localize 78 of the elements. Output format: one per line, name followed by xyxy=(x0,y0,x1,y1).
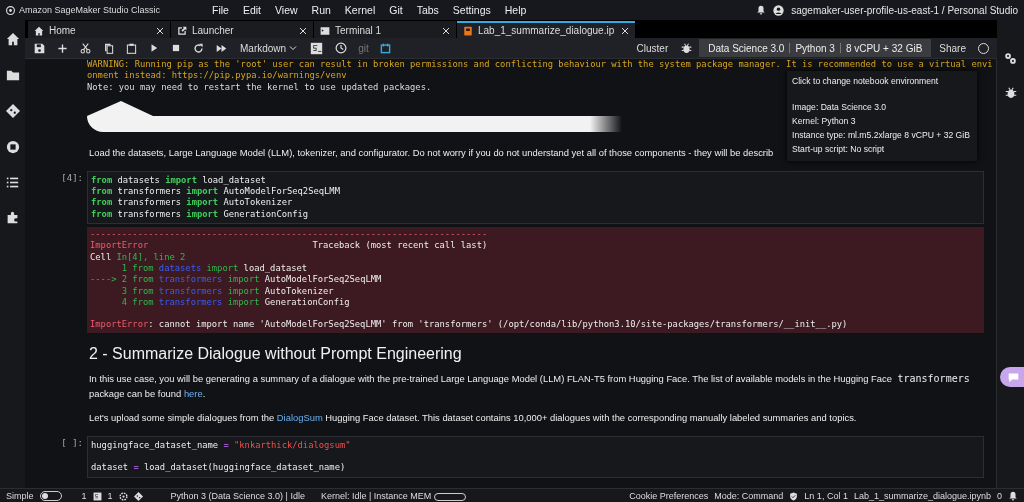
tooltip-line: Instance type: ml.m5.2xlarge 8 vCPU + 32 GiB xyxy=(792,129,971,142)
bell-icon xyxy=(756,5,767,15)
traceback-line: ----> 2 from transformers import AutoModelForSeq2SeqLMM xyxy=(90,274,382,286)
paragraph: Load the datasets, Large Language Model (LLM), tokenizer, and configurator. Do not worry if you do not understand yet all of those components - they will be describ xyxy=(88,145,774,160)
user-profile-name[interactable]: sagemaker-user-profile-us-east-1 / Personal Studio xyxy=(791,4,1018,16)
cluster-button[interactable]: Cluster xyxy=(630,41,675,55)
tab[interactable]: Launcher xyxy=(171,21,313,38)
gear-icon xyxy=(118,491,128,501)
notebook-icon xyxy=(463,25,473,36)
tooltip-line: Start-up script: No script xyxy=(792,143,886,156)
code-line: from transformers import GenerationConfig xyxy=(91,208,309,221)
tooltip-line: Kernel: Python 3 xyxy=(792,115,857,128)
cell-type-dropdown[interactable]: Markdown xyxy=(234,42,304,54)
logo-icon xyxy=(6,5,15,15)
close-icon xyxy=(621,26,630,35)
tooltip-title: Click to change notebook environment xyxy=(792,75,940,88)
close-icon xyxy=(442,26,450,35)
chat-icon xyxy=(1007,371,1019,383)
caret-icon xyxy=(289,44,298,52)
code-line: from datasets import load_dataset xyxy=(91,174,266,186)
instance-memory: Kernel: Idle | Instance MEM xyxy=(320,491,467,501)
traceback-line: 1 from datasets import load_dataset xyxy=(120,262,308,275)
warning-output-line: WARNING: Running pip as the 'root' user can result in broken permissions and conflicting behaviour with the system package manager. It is recommended to use a virtual envi xyxy=(87,59,993,71)
app-title: Amazon SageMaker Studio Classic xyxy=(19,5,161,15)
menu-item[interactable]: Tabs xyxy=(410,2,445,18)
menu-item[interactable]: Settings xyxy=(446,2,497,18)
code-line: huggingface_dataset_name = "knkarthick/dialogsum" xyxy=(91,439,351,452)
cell-prompt: [ ]: xyxy=(60,436,84,450)
code-line: dataset = load_dataset(huggingface_dataset_name) xyxy=(91,462,346,474)
environment-button[interactable]: Data Science 3.0 Python 3 8 vCPU + 32 GiB xyxy=(699,39,932,57)
home-icon xyxy=(34,25,44,36)
cursor-position: Ln 1, Col 1 xyxy=(804,491,848,501)
share-button[interactable]: Share xyxy=(933,41,972,55)
menu-item[interactable]: Help xyxy=(498,2,533,18)
code-line: from transformers import AutoModelForSeq2SeqLMM xyxy=(91,186,340,198)
user-avatar-icon xyxy=(773,4,785,16)
code-cell[interactable]: from datasets import load_dataset from transformers import AutoModelForSeq2SeqLMM from transformers import AutoTokenizer from transformers import GenerationConfig xyxy=(87,170,984,225)
link[interactable]: here xyxy=(183,387,203,399)
paragraph: Let's upload some simple dialogues from the DialogSum Hugging Face dataset. This dataset contains 10,000+ dialogues with the corresponding manually labeled summaries and topics. xyxy=(88,410,857,425)
menu-item[interactable]: Kernel xyxy=(338,2,382,18)
paragraph: In this use case, you will be generating a summary of a dialogue with the pre-trained Large Language Model (LLM) FLAN-T5 from Hugging Face. The list of available models in the Hugging Face transformers package can be found here. xyxy=(88,371,971,401)
code-cell[interactable]: huggingface_dataset_name = "knkarthick/dialogsum" dataset = load_dataset(huggingface_dataset_name) xyxy=(87,435,984,478)
warning-output-line: onment instead: https://pip.pypa.io/warnings/venv xyxy=(87,70,347,82)
traceback-line: --------------------------------------------------------------------------- xyxy=(90,229,488,241)
kernel-status[interactable]: Python 3 (Data Science 3.0) | Idle xyxy=(170,491,305,501)
menu-item[interactable]: Git xyxy=(383,2,409,18)
traceback-line: ImportError: cannot import name 'AutoModelForSeq2SeqLMM' from 'transformers' (/opt/conda/lib/python3.10/site-packages/transformers/__init__.py) xyxy=(90,319,848,331)
notification-count: 0 xyxy=(997,491,1002,501)
cookie-preferences-link[interactable]: Cookie Preferences xyxy=(629,491,709,501)
menu-item[interactable]: View xyxy=(269,2,304,18)
code-line: from transformers import AutoTokenizer xyxy=(91,197,293,209)
tooltip-line: Image: Data Science 3.0 xyxy=(792,101,888,114)
terminal-count: 1 xyxy=(81,491,87,501)
menu-item[interactable]: Edit xyxy=(236,2,267,18)
git-label[interactable]: git xyxy=(354,42,373,54)
close-icon xyxy=(299,26,307,35)
traceback-line: 3 from transformers import AutoTokenizer xyxy=(120,285,334,297)
close-icon xyxy=(156,26,164,35)
section-heading: 2 - Summarize Dialogue without Prompt Engineering xyxy=(88,344,463,363)
menu-item[interactable]: File xyxy=(206,2,235,18)
tab[interactable]: Lab_1_summarize_dialogue.ip xyxy=(457,21,636,38)
bell-icon xyxy=(1008,491,1018,501)
traceback-line: Cell In[4], line 2 xyxy=(90,251,186,263)
file-name: Lab_1_summarize_dialogue.ipynb xyxy=(853,491,991,501)
mode-toggle-label: Simple xyxy=(6,491,34,501)
launcher-icon xyxy=(177,25,187,36)
traceback-line: ImportError Traceback (most recent call last) xyxy=(90,240,488,252)
cell-prompt: [4]: xyxy=(60,171,84,185)
menu-item[interactable]: Run xyxy=(305,2,337,18)
traceback-line: 4 from transformers import GenerationConfig xyxy=(120,296,350,309)
link[interactable]: DialogSum xyxy=(276,411,323,423)
mode-indicator: Mode: Command xyxy=(714,491,784,501)
kernel-count: 1 xyxy=(107,491,113,501)
terminal-icon xyxy=(320,25,330,36)
tab[interactable]: Home xyxy=(28,21,170,38)
feedback-button[interactable] xyxy=(1000,367,1024,387)
tab[interactable]: Terminal 1 xyxy=(314,21,456,38)
output-line: Note: you may need to restart the kernel to use updated packages. xyxy=(87,81,432,93)
